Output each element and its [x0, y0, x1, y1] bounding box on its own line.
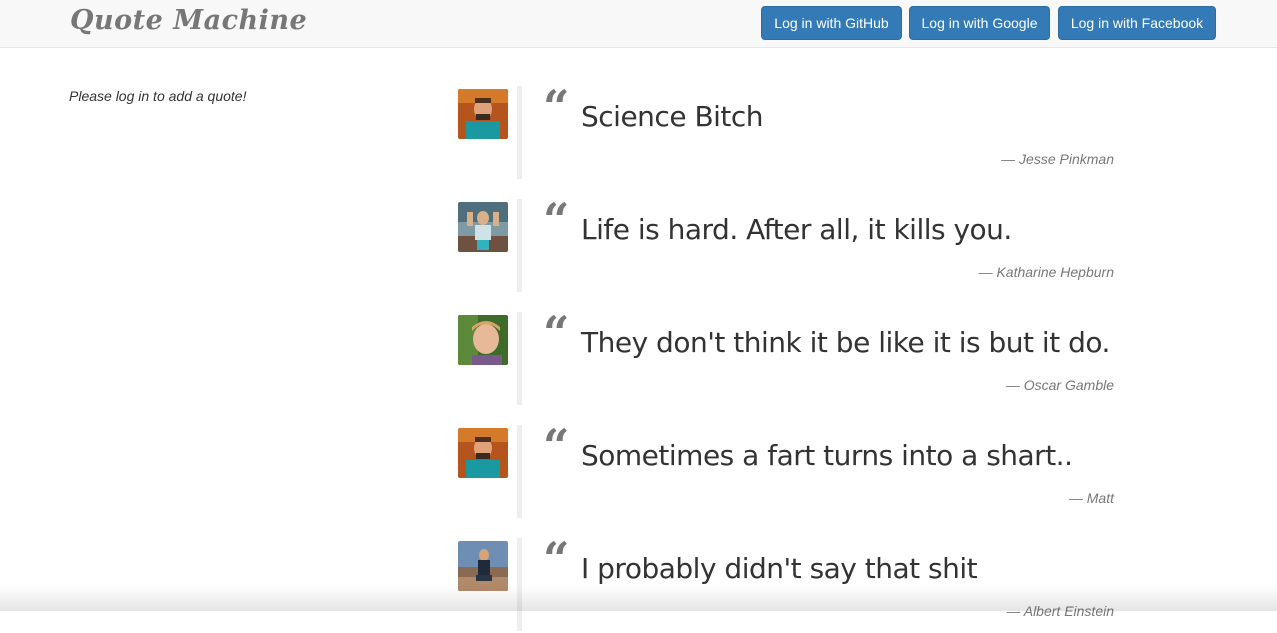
quote-author: — Matt: [1068, 490, 1114, 506]
avatar: [458, 89, 508, 139]
quote-bar: [517, 312, 522, 405]
left-double-quote-icon: “: [543, 80, 570, 134]
avatar: [458, 315, 508, 365]
avatar: [458, 541, 508, 591]
login-facebook-button[interactable]: Log in with Facebook: [1058, 6, 1216, 40]
quote-author: — Katharine Hepburn: [978, 264, 1114, 280]
quote-item: “ I probably didn't say that shit — Albe…: [458, 532, 1118, 633]
quote-text: Sometimes a fart turns into a shart..: [581, 439, 1073, 472]
quote-author: — Jesse Pinkman: [1001, 151, 1114, 167]
quote-author: — Oscar Gamble: [1005, 377, 1114, 393]
quote-author: — Albert Einstein: [1006, 603, 1114, 619]
quote-item: “ Life is hard. After all, it kills you.…: [458, 193, 1118, 294]
left-double-quote-icon: “: [543, 419, 570, 473]
quote-bar: [517, 425, 522, 518]
left-double-quote-icon: “: [543, 532, 570, 586]
quote-text: Life is hard. After all, it kills you.: [581, 213, 1012, 246]
quote-text: They don't think it be like it is but it…: [581, 326, 1110, 359]
quote-bar: [517, 538, 522, 631]
login-prompt: Please log in to add a quote!: [69, 88, 247, 104]
login-github-button[interactable]: Log in with GitHub: [761, 6, 902, 40]
navbar: Quote Machine Log in with GitHub Log in …: [0, 0, 1277, 48]
quote-item: “ They don't think it be like it is but …: [458, 306, 1118, 407]
quote-item: “ Science Bitch — Jesse Pinkman: [458, 80, 1118, 181]
quote-bar: [517, 86, 522, 179]
quote-bar: [517, 199, 522, 292]
quote-item: “ Sometimes a fart turns into a shart.. …: [458, 419, 1118, 520]
quote-text: I probably didn't say that shit: [581, 552, 978, 585]
left-double-quote-icon: “: [543, 306, 570, 360]
left-double-quote-icon: “: [543, 193, 570, 247]
avatar: [458, 428, 508, 478]
brand-logo[interactable]: Quote Machine: [70, 5, 307, 36]
avatar: [458, 202, 508, 252]
login-google-button[interactable]: Log in with Google: [909, 6, 1050, 40]
quote-text: Science Bitch: [581, 100, 764, 133]
